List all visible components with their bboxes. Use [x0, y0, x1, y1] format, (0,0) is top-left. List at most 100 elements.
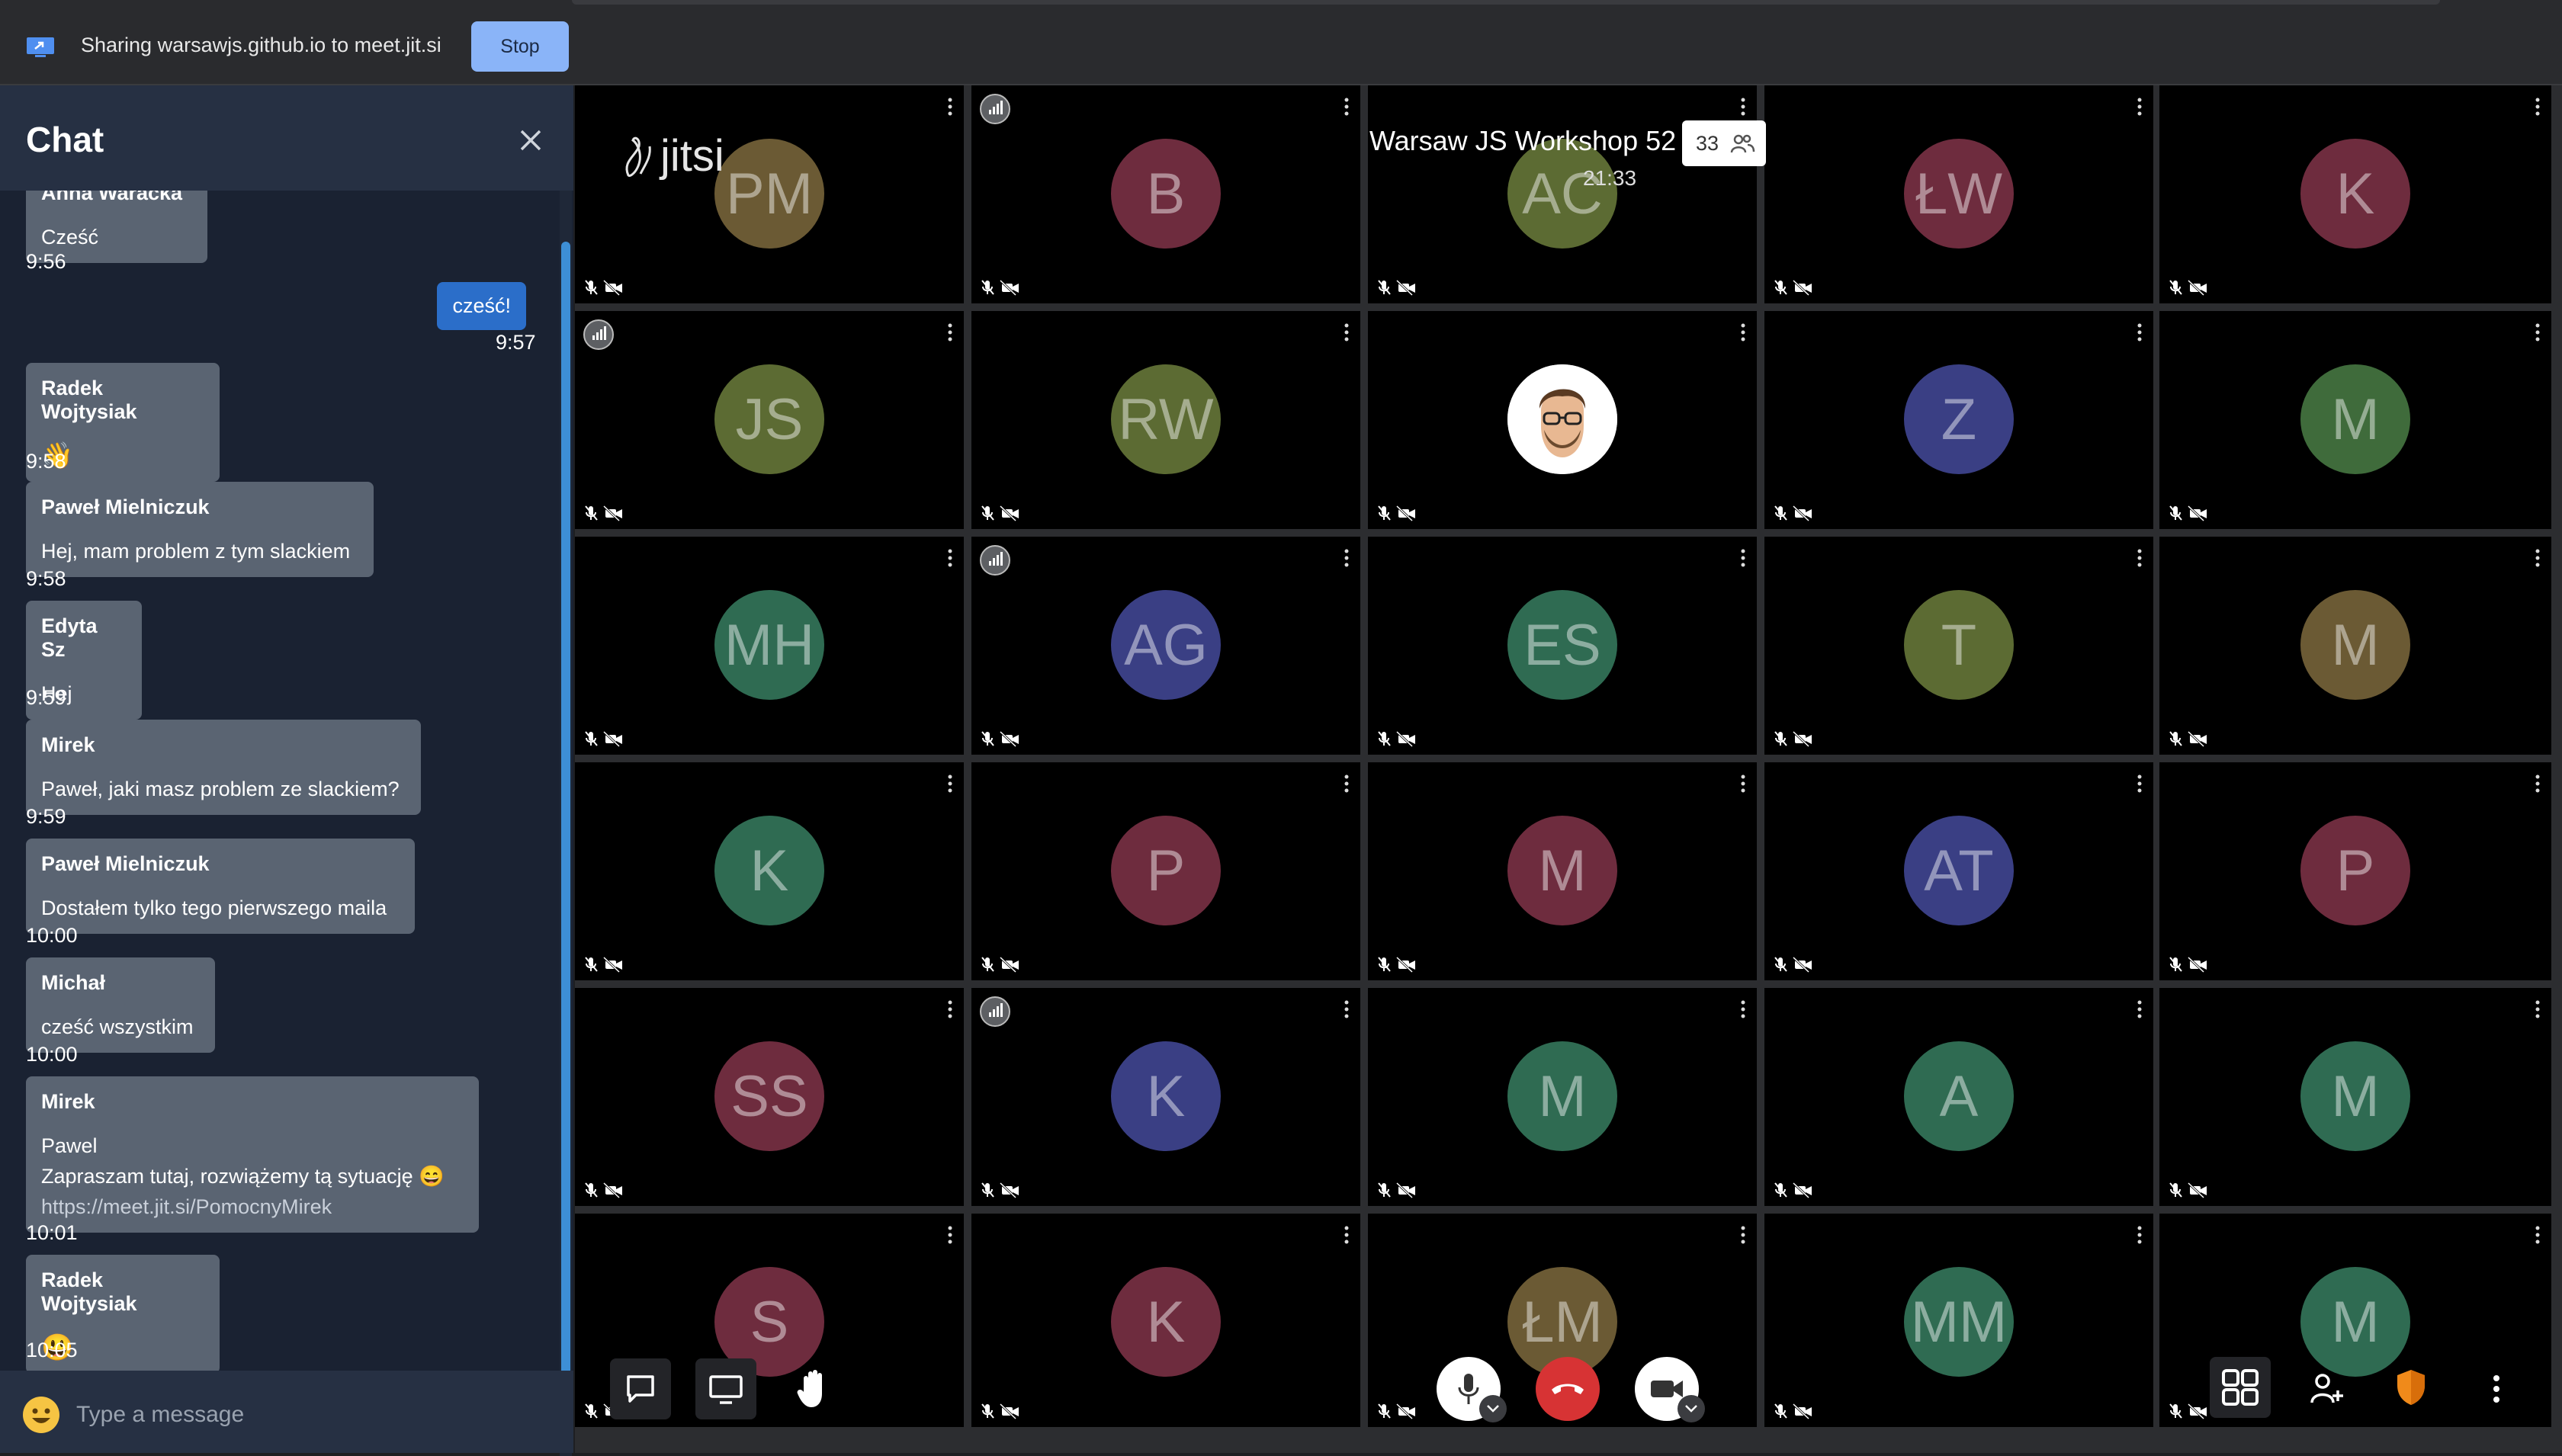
participant-tile[interactable]: B [971, 85, 1360, 303]
tile-menu-icon[interactable] [1740, 323, 1746, 345]
tile-menu-icon[interactable] [947, 98, 953, 119]
stop-sharing-button[interactable]: Stop [471, 21, 569, 72]
connection-signal-icon[interactable] [583, 319, 615, 351]
hangup-icon [1552, 1384, 1584, 1394]
message-sender: Mirek [41, 733, 95, 756]
participant-tile[interactable]: ŁW [1764, 85, 2153, 303]
tile-menu-icon[interactable] [2535, 323, 2541, 345]
tile-menu-icon[interactable] [947, 775, 953, 796]
screen-share-button[interactable] [695, 1358, 756, 1419]
muted-status-icon [1774, 1182, 1813, 1199]
invite-button[interactable] [2297, 1358, 2358, 1419]
tile-menu-icon[interactable] [1740, 1000, 1746, 1021]
participant-tile[interactable]: M [2159, 988, 2551, 1206]
connection-signal-icon[interactable] [979, 544, 1011, 576]
tile-menu-icon[interactable] [1740, 549, 1746, 570]
tile-menu-icon[interactable] [2137, 549, 2143, 570]
participant-tile[interactable]: P [2159, 762, 2551, 980]
audio-settings-toggle[interactable] [1479, 1395, 1507, 1422]
chat-toggle-button[interactable] [610, 1358, 671, 1419]
tile-menu-icon[interactable] [2535, 98, 2541, 119]
participant-tile[interactable]: K [971, 1214, 1360, 1427]
participant-tile[interactable]: AC [1368, 85, 1757, 303]
microphone-button[interactable] [1437, 1357, 1507, 1422]
tile-menu-icon[interactable] [1344, 1226, 1350, 1247]
video-grid: PM B AC ŁW K JS RW Z M MH AG ES T M K P M AT P SS K M A M S K ŁM MM… [575, 85, 2562, 1453]
smile-icon[interactable] [21, 1395, 61, 1435]
participant-tile[interactable]: T [1764, 537, 2153, 755]
tile-menu-icon[interactable] [1740, 1226, 1746, 1247]
participant-tile[interactable]: K [971, 988, 1360, 1206]
tile-menu-icon[interactable] [1740, 775, 1746, 796]
tile-view-button[interactable] [2210, 1357, 2271, 1418]
tile-menu-icon[interactable] [2535, 1000, 2541, 1021]
participant-tile[interactable]: PM [575, 85, 964, 303]
chat-scrollbar[interactable] [561, 242, 570, 1431]
participant-tile[interactable]: K [2159, 85, 2551, 303]
participant-initials: AG [1124, 612, 1208, 678]
tile-menu-icon[interactable] [2137, 1000, 2143, 1021]
tile-menu-icon[interactable] [2535, 549, 2541, 570]
message-link[interactable]: https://meet.jit.si/PomocnyMirek [41, 1191, 464, 1222]
tile-menu-icon[interactable] [947, 549, 953, 570]
connection-signal-icon[interactable] [979, 93, 1011, 125]
participant-initials: Z [1941, 386, 1977, 452]
tile-menu-icon[interactable] [1344, 98, 1350, 119]
close-icon[interactable] [515, 125, 546, 156]
chat-message-input[interactable] [76, 1392, 534, 1438]
participant-initials: ES [1523, 612, 1601, 678]
tile-menu-icon[interactable] [2137, 1226, 2143, 1247]
participant-avatar: MH [714, 590, 824, 700]
muted-status-icon [584, 1182, 624, 1199]
participant-tile[interactable] [1368, 311, 1757, 529]
participant-tile[interactable]: AT [1764, 762, 2153, 980]
participant-tile[interactable]: M [1368, 988, 1757, 1206]
participant-initials: MH [724, 612, 815, 678]
participant-tile[interactable]: M [2159, 311, 2551, 529]
participant-tile[interactable]: Z [1764, 311, 2153, 529]
participant-avatar: M [1507, 816, 1617, 925]
tile-menu-icon[interactable] [947, 323, 953, 345]
connection-signal-icon[interactable] [979, 996, 1011, 1028]
tile-menu-icon[interactable] [1740, 98, 1746, 119]
tile-menu-icon[interactable] [1344, 323, 1350, 345]
camera-button[interactable] [1635, 1357, 1705, 1422]
participant-count-badge[interactable]: 33 [1682, 120, 1766, 166]
hangup-button[interactable] [1536, 1357, 1600, 1421]
participant-tile[interactable]: ES [1368, 537, 1757, 755]
tile-menu-icon[interactable] [2137, 775, 2143, 796]
participants-icon [1730, 134, 1755, 153]
tile-menu-icon[interactable] [947, 1000, 953, 1021]
participant-tile[interactable]: M [1368, 762, 1757, 980]
participant-tile[interactable]: A [1764, 988, 2153, 1206]
message-list[interactable]: Anna Waracka Cześć 9:56 cześć! 9:57 Rade… [0, 191, 563, 1371]
tile-menu-icon[interactable] [2137, 323, 2143, 345]
security-button[interactable] [2381, 1357, 2442, 1418]
message-sender: Paweł Mielniczuk [41, 495, 210, 518]
participant-tile[interactable]: P [971, 762, 1360, 980]
participant-tile[interactable]: MH [575, 537, 964, 755]
tile-menu-icon[interactable] [1344, 549, 1350, 570]
participant-tile[interactable]: JS [575, 311, 964, 529]
muted-status-icon [584, 730, 624, 748]
participant-tile[interactable]: AG [971, 537, 1360, 755]
message-text: Zapraszam tutaj, rozwiążemy tą sytuację … [41, 1165, 445, 1188]
tile-menu-icon[interactable] [2535, 775, 2541, 796]
tile-menu-icon[interactable] [2535, 1226, 2541, 1247]
participant-tile[interactable]: K [575, 762, 964, 980]
tile-menu-icon[interactable] [1344, 775, 1350, 796]
video-settings-toggle[interactable] [1678, 1395, 1705, 1422]
tile-menu-icon[interactable] [2137, 98, 2143, 119]
participant-tile[interactable]: MM [1764, 1214, 2153, 1427]
more-actions-button[interactable] [2466, 1358, 2527, 1419]
participant-avatar: M [2300, 364, 2410, 474]
participant-tile[interactable]: SS [575, 988, 964, 1206]
participant-avatar: SS [714, 1041, 824, 1151]
microphone-icon [1458, 1374, 1479, 1404]
tile-menu-icon[interactable] [1344, 1000, 1350, 1021]
participant-tile[interactable]: RW [971, 311, 1360, 529]
raise-hand-button[interactable] [784, 1358, 845, 1419]
screen-share-icon [27, 37, 54, 57]
participant-tile[interactable]: M [2159, 537, 2551, 755]
tile-menu-icon[interactable] [947, 1226, 953, 1247]
